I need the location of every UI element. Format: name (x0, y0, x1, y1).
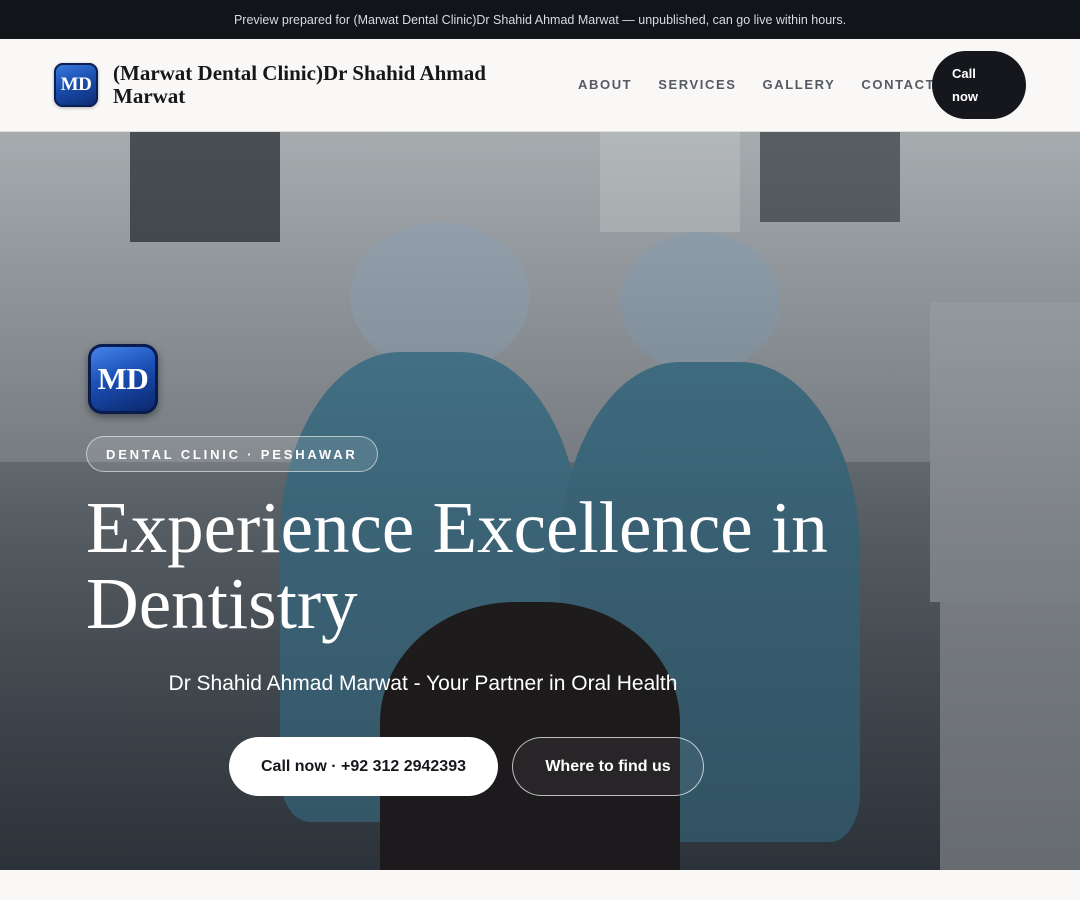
find-us-button[interactable]: Where to find us (512, 737, 704, 796)
nav-contact[interactable]: CONTACT (861, 77, 935, 92)
main-nav: ABOUT SERVICES GALLERY CONTACT (578, 77, 961, 92)
nav-services[interactable]: SERVICES (658, 77, 736, 92)
header-call-label: Call now (952, 66, 978, 104)
hero-subtitle: Dr Shahid Ahmad Marwat - Your Partner in… (168, 672, 678, 695)
preview-banner-text: Preview prepared for (Marwat Dental Clin… (233, 12, 847, 27)
find-us-label: Where to find us (545, 757, 671, 775)
brand-name[interactable]: (Marwat Dental Clinic)Dr Shahid Ahmad Ma… (113, 62, 533, 108)
location-pill-text: DENTAL CLINIC · PESHAWAR (106, 446, 358, 462)
nav-about[interactable]: ABOUT (578, 77, 632, 92)
hero-title: Experience Excellence in Dentistry (86, 487, 828, 644)
call-now-label: Call now · +92 312 2942393 (260, 757, 466, 775)
next-section-edge (0, 870, 1080, 900)
nav-gallery[interactable]: GALLERY (763, 77, 836, 92)
hero-logo: MD (88, 344, 158, 414)
location-pill: DENTAL CLINIC · PESHAWAR (86, 436, 378, 472)
site-header: MD (Marwat Dental Clinic)Dr Shahid Ahmad… (0, 39, 1080, 132)
logo-text: MD (60, 74, 92, 95)
header-call-button[interactable]: Call now (932, 51, 1026, 119)
preview-banner: Preview prepared for (Marwat Dental Clin… (0, 0, 1080, 39)
call-now-button[interactable]: Call now · +92 312 2942393 (229, 737, 498, 796)
hero-logo-text: MD (97, 361, 149, 396)
clinic-logo[interactable]: MD (54, 63, 98, 107)
hero-section: MD DENTAL CLINIC · PESHAWAR Experience E… (0, 132, 1080, 870)
